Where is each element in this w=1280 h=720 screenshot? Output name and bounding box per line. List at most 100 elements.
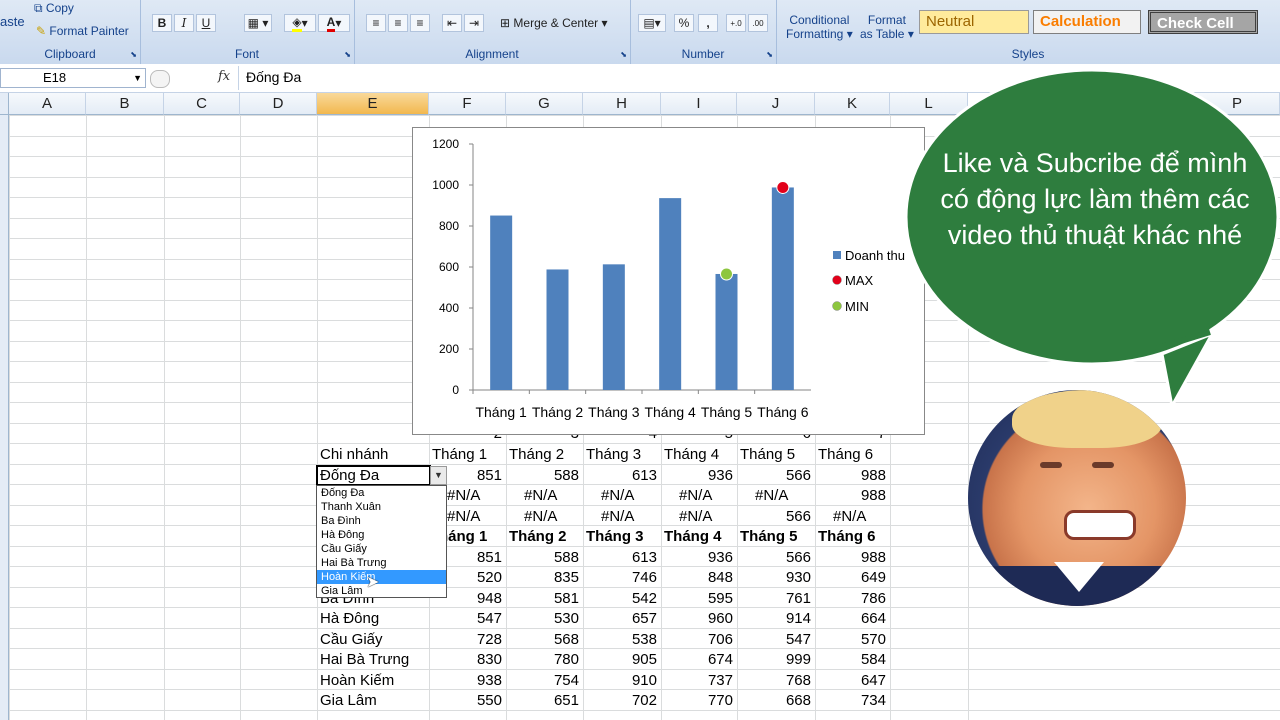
value-cell[interactable]: 999 <box>737 650 811 670</box>
value-cell[interactable]: 754 <box>506 671 579 691</box>
value-cell[interactable]: 584 <box>815 650 886 670</box>
value-cell[interactable]: 664 <box>815 609 886 629</box>
header-cell[interactable]: Tháng 1 <box>432 445 503 465</box>
value-cell[interactable]: 566 <box>737 466 811 486</box>
italic-button[interactable]: I <box>174 14 194 32</box>
value-cell[interactable]: 538 <box>583 630 657 650</box>
dropdown-option[interactable]: Cầu Giấy <box>317 542 446 556</box>
value-cell[interactable]: 761 <box>737 589 811 609</box>
value-cell[interactable]: 746 <box>583 568 657 588</box>
value-cell[interactable]: 702 <box>583 691 657 711</box>
value-cell[interactable]: 674 <box>661 650 733 670</box>
format-painter-button[interactable]: ✎ Format Painter <box>36 24 129 38</box>
value-cell[interactable]: 657 <box>583 609 657 629</box>
min-helper-cell[interactable]: #N/A <box>833 507 886 527</box>
dropdown-option[interactable]: Hai Bà Trưng <box>317 556 446 570</box>
branch-name-cell[interactable]: Gia Lâm <box>320 691 430 711</box>
column-header-f[interactable]: F <box>429 93 506 115</box>
header-cell[interactable]: Tháng 5 <box>740 445 812 465</box>
increase-decimal-button[interactable]: +.0 <box>726 14 746 32</box>
table-header-cell[interactable]: háng 1 <box>439 527 506 547</box>
percent-button[interactable]: % <box>674 14 694 32</box>
value-cell[interactable]: 728 <box>429 630 502 650</box>
value-cell[interactable]: 830 <box>429 650 502 670</box>
min-helper-cell[interactable]: #N/A <box>601 507 657 527</box>
value-cell[interactable]: 910 <box>583 671 657 691</box>
value-cell[interactable]: 568 <box>506 630 579 650</box>
function-wizard-icon[interactable] <box>150 70 170 88</box>
comma-button[interactable]: , <box>698 14 718 32</box>
max-helper-cell[interactable]: #N/A <box>447 486 502 506</box>
value-cell[interactable]: 780 <box>506 650 579 670</box>
align-left-button[interactable]: ≡ <box>366 14 386 32</box>
column-header-k[interactable]: K <box>815 93 890 115</box>
value-cell[interactable]: 550 <box>429 691 502 711</box>
value-cell[interactable]: 613 <box>583 548 657 568</box>
value-cell[interactable]: 835 <box>506 568 579 588</box>
dropdown-option[interactable]: Hoàn Kiếm <box>317 570 446 584</box>
value-cell[interactable]: 960 <box>661 609 733 629</box>
value-cell[interactable]: 588 <box>506 466 579 486</box>
dropdown-arrow-icon[interactable]: ▼ <box>430 466 447 485</box>
table-header-cell[interactable]: Tháng 4 <box>664 527 737 547</box>
accounting-format-button[interactable]: ▤▾ <box>638 14 666 32</box>
value-cell[interactable]: 914 <box>737 609 811 629</box>
value-cell[interactable]: 647 <box>815 671 886 691</box>
branch-name-cell[interactable]: Hai Bà Trưng <box>320 650 430 670</box>
dropdown-option[interactable]: Thanh Xuân <box>317 500 446 514</box>
select-all-corner[interactable] <box>0 93 9 115</box>
column-header-i[interactable]: I <box>661 93 737 115</box>
value-cell[interactable]: 547 <box>429 609 502 629</box>
value-cell[interactable]: 542 <box>583 589 657 609</box>
dialog-launcher-icon[interactable]: ⬊ <box>766 50 773 59</box>
value-cell[interactable]: 547 <box>737 630 811 650</box>
max-helper-cell[interactable]: #N/A <box>601 486 657 506</box>
min-helper-cell[interactable]: 566 <box>737 507 811 527</box>
style-calculation[interactable]: Calculation <box>1033 10 1141 34</box>
fx-icon[interactable]: fx <box>218 69 230 84</box>
align-center-button[interactable]: ≡ <box>388 14 408 32</box>
min-helper-cell[interactable]: #N/A <box>524 507 579 527</box>
value-cell[interactable]: 936 <box>661 548 733 568</box>
branch-name-cell[interactable]: Cầu Giấy <box>320 630 430 650</box>
value-cell[interactable]: 770 <box>661 691 733 711</box>
value-cell[interactable]: 737 <box>661 671 733 691</box>
name-box[interactable]: E18 ▼ <box>0 68 146 88</box>
max-helper-cell[interactable]: #N/A <box>524 486 579 506</box>
column-header-c[interactable]: C <box>164 93 240 115</box>
table-header-cell[interactable]: Tháng 6 <box>818 527 890 547</box>
value-cell[interactable]: 651 <box>506 691 579 711</box>
dropdown-option[interactable]: Gia Lâm <box>317 584 446 598</box>
column-header-a[interactable]: A <box>9 93 86 115</box>
value-cell[interactable]: 595 <box>661 589 733 609</box>
column-header-j[interactable]: J <box>737 93 815 115</box>
table-header-cell[interactable]: Tháng 5 <box>740 527 815 547</box>
value-cell[interactable]: 988 <box>815 466 886 486</box>
style-check-cell[interactable]: Check Cell <box>1148 10 1258 34</box>
chevron-down-icon[interactable]: ▼ <box>133 69 142 87</box>
header-cell[interactable]: Tháng 6 <box>818 445 887 465</box>
column-header-e[interactable]: E <box>317 93 429 115</box>
min-helper-cell[interactable]: #N/A <box>447 507 502 527</box>
dialog-launcher-icon[interactable]: ⬊ <box>620 50 627 59</box>
font-color-button[interactable]: A ▾ <box>318 14 350 32</box>
column-header-g[interactable]: G <box>506 93 583 115</box>
dropdown-option[interactable]: Đống Đa <box>317 486 446 500</box>
value-cell[interactable]: 588 <box>506 548 579 568</box>
dialog-launcher-icon[interactable]: ⬊ <box>130 50 137 59</box>
header-cell[interactable]: Chi nhánh <box>320 445 426 465</box>
column-header-b[interactable]: B <box>86 93 164 115</box>
header-cell[interactable]: Tháng 2 <box>509 445 580 465</box>
value-cell[interactable]: 581 <box>506 589 579 609</box>
decrease-indent-button[interactable]: ⇤ <box>442 14 462 32</box>
max-helper-cell[interactable]: #N/A <box>679 486 733 506</box>
value-cell[interactable]: 570 <box>815 630 886 650</box>
align-right-button[interactable]: ≡ <box>410 14 430 32</box>
column-header-h[interactable]: H <box>583 93 661 115</box>
dropdown-option[interactable]: Ba Đình <box>317 514 446 528</box>
increase-indent-button[interactable]: ⇥ <box>464 14 484 32</box>
dropdown-option[interactable]: Hà Đông <box>317 528 446 542</box>
max-helper-cell[interactable]: 988 <box>815 486 886 506</box>
fill-color-button[interactable]: ◈ ▾ <box>284 14 316 32</box>
value-cell[interactable]: 768 <box>737 671 811 691</box>
